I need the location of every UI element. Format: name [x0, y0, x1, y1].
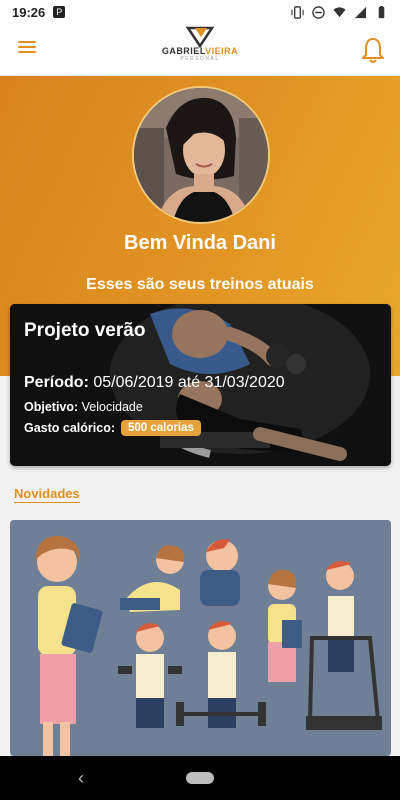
news-card[interactable]: [10, 520, 391, 756]
news-section-label[interactable]: Novidades: [14, 486, 80, 503]
section-subtitle: Esses são seus treinos atuais: [86, 276, 314, 293]
menu-icon-line: [18, 46, 36, 48]
menu-icon-line: [18, 41, 36, 43]
battery-icon: [378, 5, 385, 18]
logo-subtext: PERSONAL: [180, 56, 220, 62]
menu-button[interactable]: [14, 38, 40, 62]
logo-text-first: GABRIEL: [161, 46, 206, 56]
period-value: 05/06/2019 até 31/03/2020: [93, 374, 285, 391]
app-bar: GABRIELVIEIRA PERSONAL: [0, 24, 400, 76]
menu-icon-line: [18, 51, 36, 53]
status-bar: 19:26 P: [0, 0, 400, 24]
training-period: Período: 05/06/2019 até 31/03/2020: [24, 374, 285, 392]
system-nav-bar: ‹: [0, 756, 400, 800]
logo-text-second: VIEIRA: [205, 46, 239, 56]
vibrate-icon: [291, 5, 304, 19]
news-illustration: [10, 520, 391, 756]
period-label: Período:: [24, 374, 89, 391]
calorie-badge: 500 calorias: [121, 420, 201, 436]
home-icon[interactable]: [186, 772, 214, 784]
do-not-disturb-icon: [312, 5, 325, 19]
training-card[interactable]: Projeto verão Período: 05/06/2019 até 31…: [10, 304, 391, 466]
logo: GABRIELVIEIRA PERSONAL: [160, 26, 240, 74]
objective-label: Objetivo:: [24, 400, 79, 414]
training-objective: Objetivo: Velocidade: [24, 400, 143, 414]
logo-icon: [185, 26, 215, 48]
welcome-text: Bem Vinda Dani: [124, 232, 276, 254]
back-icon[interactable]: ‹: [78, 768, 84, 789]
status-icons: [291, 5, 388, 19]
signal-icon: [354, 6, 367, 18]
status-time: 19:26: [12, 4, 46, 20]
notification-icon: P: [53, 6, 66, 18]
objective-value: Velocidade: [81, 400, 143, 414]
logo-text: GABRIELVIEIRA: [160, 46, 240, 56]
training-title: Projeto verão: [24, 320, 146, 341]
wifi-icon: [333, 6, 346, 17]
bell-icon[interactable]: [360, 36, 386, 64]
training-calorie: Gasto calórico: 500 calorias: [24, 420, 201, 436]
avatar[interactable]: [132, 86, 270, 224]
calorie-label: Gasto calórico:: [24, 421, 115, 435]
avatar-image: [134, 88, 268, 222]
